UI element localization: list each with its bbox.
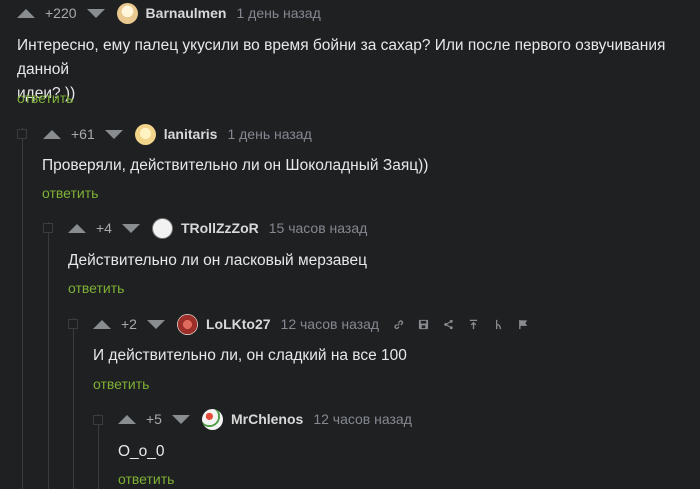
comment-text: О_о_0: [118, 443, 165, 460]
upvote-icon[interactable]: [43, 129, 61, 139]
downvote-icon[interactable]: [121, 223, 140, 233]
avatar[interactable]: [201, 408, 223, 430]
comment-time[interactable]: 15 часов назад: [269, 220, 368, 236]
collapse-branch-toggle[interactable]: [17, 129, 27, 139]
comment-text: Действительно ли он ласковый мерзавец: [68, 252, 367, 269]
comment-text-line: Интересно, ему палец укусили во время бо…: [17, 37, 666, 78]
comment-time[interactable]: 1 день назад: [227, 126, 311, 142]
reply-link[interactable]: ответить: [42, 185, 98, 201]
comment-rating: +5: [146, 411, 162, 427]
comment-time[interactable]: 1 день назад: [236, 5, 320, 21]
comment-text: Проверяли, действительно ли он Шоколадны…: [42, 157, 429, 174]
jump-to-parent-icon[interactable]: [468, 319, 479, 330]
reply-link[interactable]: ответить: [118, 471, 174, 487]
thread-branch-line: [73, 318, 74, 489]
reply-link[interactable]: ответить: [68, 280, 124, 296]
comment-author[interactable]: Barnaulmen: [146, 5, 227, 21]
upvote-icon[interactable]: [17, 8, 35, 18]
share-icon[interactable]: [443, 319, 454, 330]
comment-author[interactable]: TRollZzZoR: [181, 220, 259, 236]
report-flag-icon[interactable]: [518, 319, 529, 330]
avatar[interactable]: [176, 313, 198, 335]
save-icon[interactable]: [418, 319, 429, 330]
comment-rating: +61: [71, 126, 95, 142]
avatar[interactable]: [151, 217, 173, 239]
thread-branch-line: [22, 128, 23, 489]
downvote-icon[interactable]: [104, 129, 123, 139]
comment-time[interactable]: 12 часов назад: [313, 411, 412, 427]
avatar[interactable]: [134, 123, 156, 145]
upvote-icon[interactable]: [93, 319, 111, 329]
comment-author[interactable]: lanitaris: [164, 126, 218, 142]
link-icon[interactable]: [393, 319, 404, 330]
collapse-branch-toggle[interactable]: [93, 415, 103, 425]
thread-branch-line: [98, 414, 99, 489]
upvote-icon[interactable]: [118, 414, 136, 424]
downvote-icon[interactable]: [171, 414, 190, 424]
hide-branch-icon[interactable]: [493, 319, 504, 330]
comment-time[interactable]: 12 часов назад: [281, 316, 380, 332]
comment-text-line: идеи? )): [17, 85, 76, 102]
comment-author[interactable]: LoLKto27: [206, 316, 271, 332]
collapse-branch-toggle[interactable]: [43, 223, 53, 233]
reply-link[interactable]: ответить: [17, 90, 73, 106]
downvote-icon[interactable]: [146, 319, 165, 329]
reply-link[interactable]: ответить: [93, 376, 149, 392]
thread-branch-line: [48, 222, 49, 489]
avatar[interactable]: [116, 2, 138, 24]
comment-tools: [393, 319, 529, 330]
collapse-branch-toggle[interactable]: [68, 319, 78, 329]
comment-rating: +220: [45, 5, 77, 21]
comment-rating: +4: [96, 220, 112, 236]
downvote-icon[interactable]: [86, 8, 105, 18]
comment-text: И действительно ли, он сладкий на все 10…: [93, 347, 407, 364]
upvote-icon[interactable]: [68, 223, 86, 233]
comment-rating: +2: [121, 316, 137, 332]
comment-text: Интересно, ему палец укусили во время бо…: [17, 34, 697, 106]
comment-author[interactable]: MrChlenos: [231, 411, 303, 427]
